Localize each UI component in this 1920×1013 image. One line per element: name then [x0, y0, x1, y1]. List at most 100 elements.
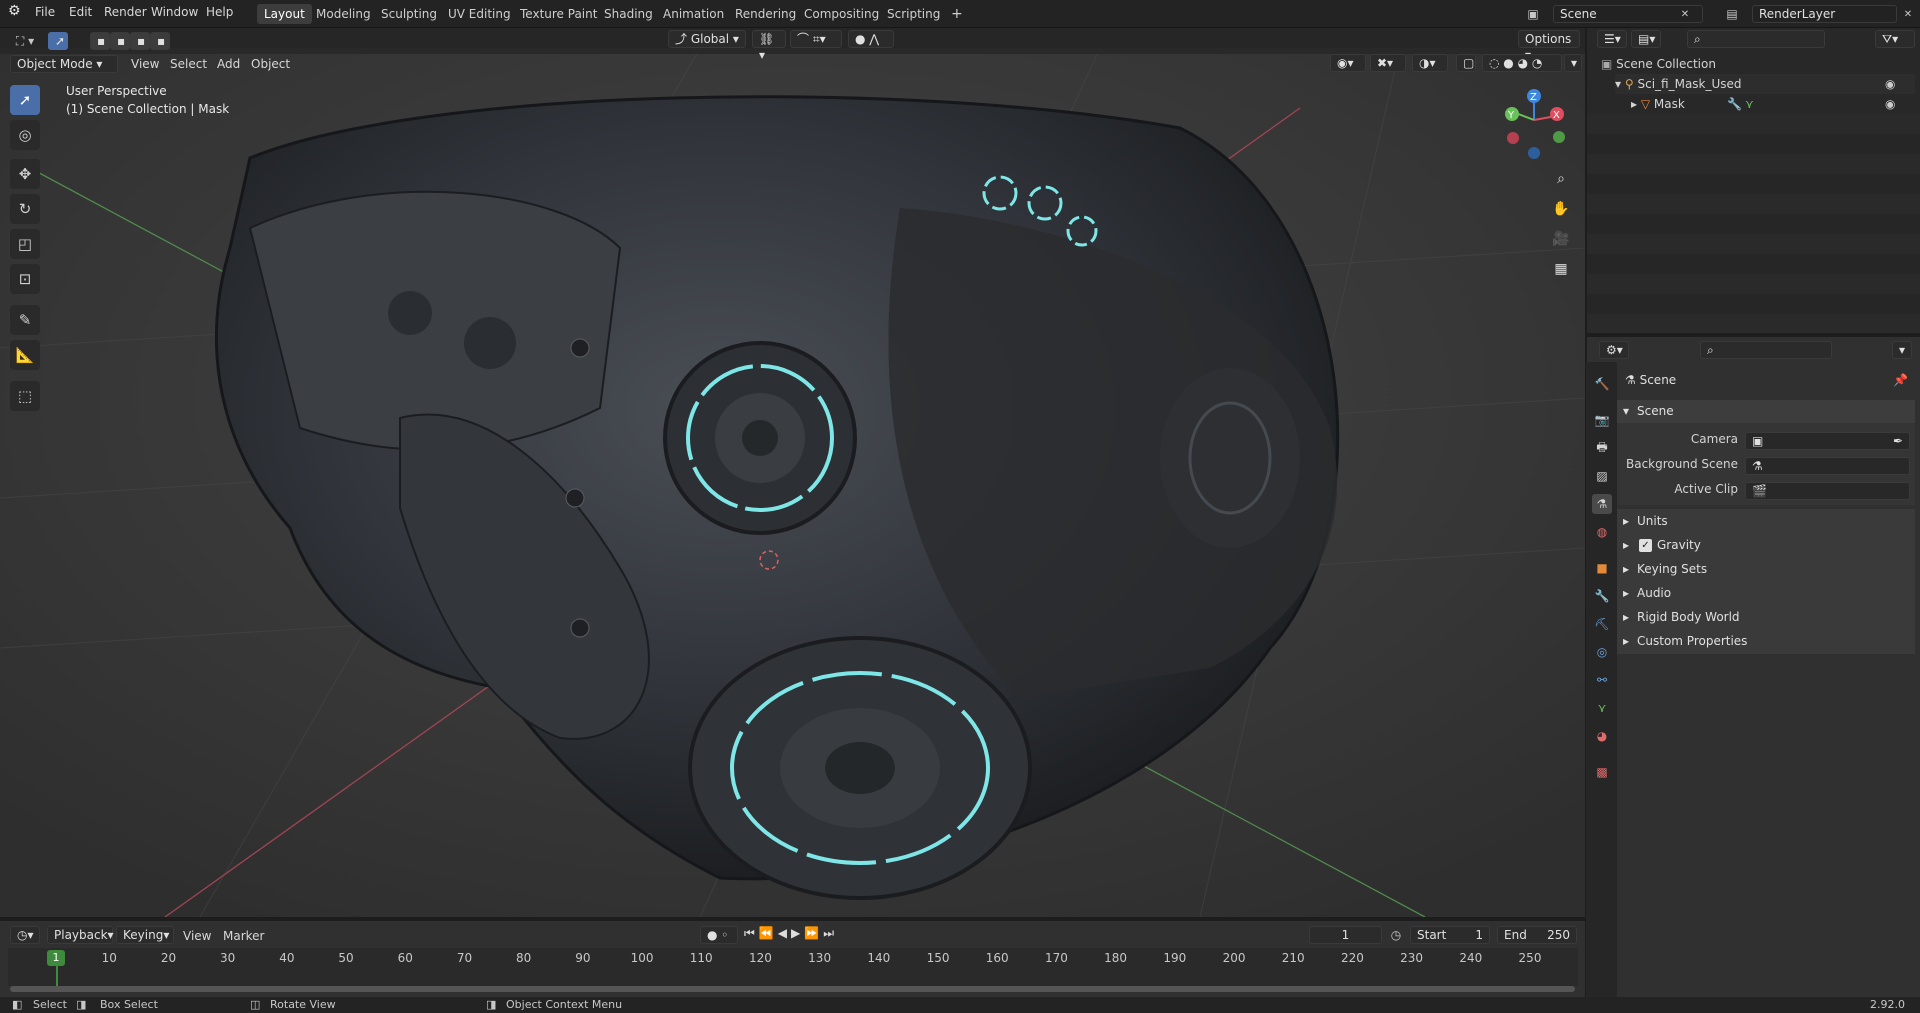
- select-mode-button[interactable]: ➚: [48, 32, 68, 50]
- gizmo-neg-z-axis[interactable]: [1528, 147, 1540, 159]
- properties-editor-type-icon[interactable]: ⚙▾: [1599, 341, 1629, 359]
- pin-icon[interactable]: 📌: [1893, 373, 1908, 387]
- world-tab-icon[interactable]: ◍: [1592, 522, 1612, 542]
- render-tab-icon[interactable]: 📷: [1592, 410, 1612, 430]
- scene-panel-header[interactable]: ▾ Scene: [1617, 400, 1915, 423]
- camera-field[interactable]: ▣ ✒: [1745, 432, 1910, 450]
- timeline-scrollbar[interactable]: [10, 986, 1575, 992]
- select-box-tool-icon[interactable]: ➚: [10, 85, 40, 115]
- tab-modeling[interactable]: Modeling: [309, 4, 378, 24]
- annotate-tool-icon[interactable]: ✎: [10, 305, 40, 335]
- timeline-menu-marker[interactable]: Marker: [223, 929, 264, 943]
- menu-file[interactable]: File: [35, 5, 55, 19]
- viewport-menu-view[interactable]: View: [131, 57, 159, 71]
- tab-texture-paint[interactable]: Texture Paint: [513, 4, 604, 24]
- pivot-point-icon[interactable]: ⛓▾: [752, 30, 786, 62]
- menu-help[interactable]: Help: [206, 5, 233, 19]
- transform-orientation-dropdown[interactable]: ⤴ Global ▾: [668, 30, 746, 48]
- scene-tab-icon[interactable]: ⚗: [1592, 494, 1612, 514]
- tab-compositing[interactable]: Compositing: [797, 4, 886, 24]
- display-mode-icon[interactable]: ▤▾: [1631, 30, 1661, 48]
- material-tab-icon[interactable]: ◕: [1592, 726, 1612, 746]
- prev-keyframe-icon[interactable]: ⏪: [759, 926, 774, 944]
- 3d-viewport[interactable]: Z X Y User Perspective (1) Scene Collect…: [0, 48, 1585, 917]
- outliner-editor-type-icon[interactable]: ☰▾: [1597, 30, 1627, 48]
- next-keyframe-icon[interactable]: ⏩: [804, 926, 819, 944]
- rigid-body-world-panel-header[interactable]: ▸ Rigid Body World: [1617, 606, 1915, 629]
- timeline-editor-type-icon[interactable]: ◷▾: [10, 926, 40, 944]
- modifier-wrench-icon[interactable]: 🔧: [1727, 94, 1742, 114]
- blender-logo-icon[interactable]: ⚙: [8, 3, 21, 19]
- view-layer-field[interactable]: RenderLayer: [1752, 5, 1897, 23]
- tab-uv-editing[interactable]: UV Editing: [441, 4, 518, 24]
- preview-range-icon[interactable]: ◷: [1386, 926, 1406, 944]
- rotate-tool-icon[interactable]: ↻: [10, 194, 40, 224]
- move-tool-icon[interactable]: ✥: [10, 159, 40, 189]
- viewport-menu-add[interactable]: Add: [217, 57, 240, 71]
- eye-icon[interactable]: ◉: [1885, 74, 1895, 94]
- select-subtract-mode-icon[interactable]: ▪: [130, 32, 150, 50]
- orthographic-grid-icon[interactable]: ▦: [1548, 256, 1574, 282]
- shading-options-icon[interactable]: ▾: [1564, 54, 1582, 72]
- eye-icon[interactable]: ◉: [1885, 94, 1895, 114]
- add-workspace-button[interactable]: +: [944, 4, 970, 24]
- visibility-icon[interactable]: ◉▾: [1330, 54, 1366, 72]
- close-icon[interactable]: ✕: [1898, 5, 1918, 23]
- gravity-panel-header[interactable]: ▸ ✓ Gravity: [1617, 534, 1915, 557]
- xray-toggle-icon[interactable]: ▢: [1456, 54, 1476, 72]
- gizmo-neg-x-axis[interactable]: [1507, 132, 1519, 144]
- units-panel-header[interactable]: ▸ Units: [1617, 510, 1915, 533]
- physics-tab-icon[interactable]: ◎: [1592, 642, 1612, 662]
- shading-mode-icon[interactable]: ◌ ● ◕ ◔: [1482, 54, 1562, 72]
- tab-shading[interactable]: Shading: [597, 4, 660, 24]
- start-frame-field[interactable]: Start 1: [1410, 926, 1490, 944]
- jump-start-icon[interactable]: ⏮: [744, 926, 755, 944]
- select-new-mode-icon[interactable]: ▪: [90, 32, 110, 50]
- tab-rendering[interactable]: Rendering: [728, 4, 803, 24]
- select-extend-mode-icon[interactable]: ▪: [110, 32, 130, 50]
- outliner-search-input[interactable]: ⌕: [1687, 30, 1825, 48]
- outliner-row-scene-collection[interactable]: ▣ Scene Collection: [1601, 54, 1917, 74]
- pan-hand-icon[interactable]: ✋: [1548, 196, 1574, 222]
- end-frame-field[interactable]: End 250: [1497, 926, 1577, 944]
- tab-layout[interactable]: Layout: [257, 4, 312, 24]
- properties-options-icon[interactable]: ▾: [1892, 341, 1912, 359]
- filter-icon[interactable]: ⛛▾: [1875, 30, 1915, 48]
- expand-chevron-icon[interactable]: ▾: [1615, 77, 1621, 91]
- object-mode-dropdown[interactable]: Object Mode ▾: [10, 55, 118, 73]
- keying-dropdown[interactable]: Keying▾: [116, 926, 174, 944]
- particles-tab-icon[interactable]: ⛏: [1592, 614, 1612, 634]
- audio-panel-header[interactable]: ▸ Audio: [1617, 582, 1915, 605]
- scene-selector-icon[interactable]: ▣: [1523, 5, 1543, 23]
- overlays-icon[interactable]: ◑▾: [1412, 54, 1448, 72]
- select-invert-mode-icon[interactable]: ▪: [150, 32, 170, 50]
- object-tab-icon[interactable]: ■: [1592, 558, 1612, 578]
- constraints-tab-icon[interactable]: ⚯: [1592, 670, 1612, 690]
- tool-settings-tab-icon[interactable]: 🔨: [1592, 374, 1612, 394]
- collapse-chevron-icon[interactable]: ▸: [1631, 97, 1637, 111]
- menu-render[interactable]: Render: [104, 5, 147, 19]
- custom-properties-panel-header[interactable]: ▸ Custom Properties: [1617, 630, 1915, 653]
- mesh-data-icon[interactable]: ⋎: [1745, 94, 1754, 114]
- output-tab-icon[interactable]: 🖶: [1592, 438, 1612, 458]
- viewport-menu-select[interactable]: Select: [170, 57, 207, 71]
- outliner-row-sci-fi-mask[interactable]: ▾ ⚲ Sci_fi_Mask_Used ◉: [1615, 74, 1915, 94]
- view-layer-icon[interactable]: ▤: [1722, 5, 1742, 23]
- gravity-checkbox[interactable]: ✓: [1639, 539, 1652, 552]
- add-cube-tool-icon[interactable]: ⬚: [10, 381, 40, 411]
- close-icon[interactable]: ✕: [1675, 5, 1695, 23]
- outliner-row-mask[interactable]: ▸ ▽ Mask 🔧 ⋎ ◉: [1631, 94, 1915, 114]
- menu-edit[interactable]: Edit: [69, 5, 92, 19]
- snapping-icon[interactable]: ⌒ ⌗▾: [790, 30, 842, 48]
- playback-dropdown[interactable]: Playback▾: [47, 926, 114, 944]
- viewport-menu-object[interactable]: Object: [251, 57, 290, 71]
- zoom-icon[interactable]: ⌕: [1548, 166, 1574, 192]
- properties-search-input[interactable]: ⌕: [1700, 341, 1832, 359]
- data-tab-icon[interactable]: ⋎: [1592, 698, 1612, 718]
- play-reverse-icon[interactable]: ◀: [778, 926, 787, 944]
- eyedropper-icon[interactable]: ✒: [1893, 433, 1903, 449]
- options-dropdown[interactable]: Options ▾: [1518, 30, 1580, 62]
- tab-scripting[interactable]: Scripting: [880, 4, 947, 24]
- gizmo-toggle-icon[interactable]: ✖▾: [1370, 54, 1406, 72]
- gizmo-neg-y-axis[interactable]: [1553, 131, 1565, 143]
